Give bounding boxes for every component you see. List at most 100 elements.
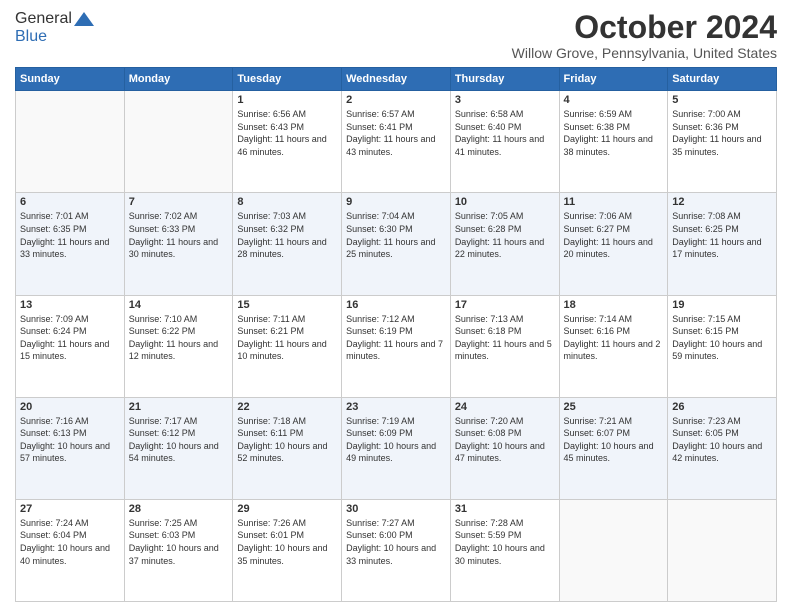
day-info: Sunrise: 7:10 AMSunset: 6:22 PMDaylight:…: [129, 313, 229, 363]
day-info: Sunrise: 7:06 AMSunset: 6:27 PMDaylight:…: [564, 210, 664, 260]
table-row: 10 Sunrise: 7:05 AMSunset: 6:28 PMDayligh…: [450, 193, 559, 295]
day-number: 25: [564, 401, 664, 413]
table-row: 12 Sunrise: 7:08 AMSunset: 6:25 PMDayligh…: [668, 193, 777, 295]
table-row: 19 Sunrise: 7:15 AMSunset: 6:15 PMDayligh…: [668, 295, 777, 397]
day-info: Sunrise: 7:27 AMSunset: 6:00 PMDaylight:…: [346, 517, 446, 567]
table-row: 14 Sunrise: 7:10 AMSunset: 6:22 PMDayligh…: [124, 295, 233, 397]
day-number: 28: [129, 503, 229, 515]
day-number: 9: [346, 196, 446, 208]
day-number: 23: [346, 401, 446, 413]
table-row: [668, 499, 777, 601]
table-row: 20 Sunrise: 7:16 AMSunset: 6:13 PMDayligh…: [16, 397, 125, 499]
table-row: 5 Sunrise: 7:00 AMSunset: 6:36 PMDaylight…: [668, 91, 777, 193]
day-number: 4: [564, 94, 664, 106]
calendar-week-row: 20 Sunrise: 7:16 AMSunset: 6:13 PMDayligh…: [16, 397, 777, 499]
header: General Blue October 2024 Willow Grove, …: [15, 10, 777, 61]
day-info: Sunrise: 7:11 AMSunset: 6:21 PMDaylight:…: [237, 313, 337, 363]
day-number: 31: [455, 503, 555, 515]
day-number: 20: [20, 401, 120, 413]
table-row: 27Sunrise: 7:24 AMSunset: 6:04 PMDayligh…: [16, 499, 125, 601]
day-info: Sunrise: 7:20 AMSunset: 6:08 PMDaylight:…: [455, 415, 555, 465]
table-row: 11 Sunrise: 7:06 AMSunset: 6:27 PMDayligh…: [559, 193, 668, 295]
day-number: 2: [346, 94, 446, 106]
day-number: 5: [672, 94, 772, 106]
day-info: Sunrise: 7:28 AMSunset: 5:59 PMDaylight:…: [455, 517, 555, 567]
table-row: 21Sunrise: 7:17 AMSunset: 6:12 PMDayligh…: [124, 397, 233, 499]
day-info: Sunrise: 7:15 AMSunset: 6:15 PMDaylight:…: [672, 313, 772, 363]
day-info: Sunrise: 7:14 AMSunset: 6:16 PMDaylight:…: [564, 313, 664, 363]
calendar-week-row: 27Sunrise: 7:24 AMSunset: 6:04 PMDayligh…: [16, 499, 777, 601]
table-row: 28 Sunrise: 7:25 AMSunset: 6:03 PMDayligh…: [124, 499, 233, 601]
day-info: Sunrise: 7:00 AMSunset: 6:36 PMDaylight:…: [672, 108, 772, 158]
col-friday: Friday: [559, 68, 668, 91]
day-info: Sunrise: 7:21 AMSunset: 6:07 PMDaylight:…: [564, 415, 664, 465]
page: General Blue October 2024 Willow Grove, …: [0, 0, 792, 612]
table-row: 9 Sunrise: 7:04 AMSunset: 6:30 PMDaylight…: [342, 193, 451, 295]
col-saturday: Saturday: [668, 68, 777, 91]
day-info: Sunrise: 7:02 AMSunset: 6:33 PMDaylight:…: [129, 210, 229, 260]
table-row: 6 Sunrise: 7:01 AMSunset: 6:35 PMDaylight…: [16, 193, 125, 295]
day-info: Sunrise: 6:56 AMSunset: 6:43 PMDaylight:…: [237, 108, 337, 158]
day-info: Sunrise: 7:08 AMSunset: 6:25 PMDaylight:…: [672, 210, 772, 260]
table-row: 13Sunrise: 7:09 AMSunset: 6:24 PMDayligh…: [16, 295, 125, 397]
day-info: Sunrise: 7:18 AMSunset: 6:11 PMDaylight:…: [237, 415, 337, 465]
day-number: 30: [346, 503, 446, 515]
calendar-week-row: 1 Sunrise: 6:56 AMSunset: 6:43 PMDaylight…: [16, 91, 777, 193]
day-number: 26: [672, 401, 772, 413]
day-number: 8: [237, 196, 337, 208]
day-number: 6: [20, 196, 120, 208]
day-info: Sunrise: 7:13 AMSunset: 6:18 PMDaylight:…: [455, 313, 555, 363]
table-row: 8 Sunrise: 7:03 AMSunset: 6:32 PMDaylight…: [233, 193, 342, 295]
day-info: Sunrise: 7:04 AMSunset: 6:30 PMDaylight:…: [346, 210, 446, 260]
table-row: 4Sunrise: 6:59 AMSunset: 6:38 PMDaylight…: [559, 91, 668, 193]
table-row: 23 Sunrise: 7:19 AMSunset: 6:09 PMDayligh…: [342, 397, 451, 499]
col-tuesday: Tuesday: [233, 68, 342, 91]
day-info: Sunrise: 7:26 AMSunset: 6:01 PMDaylight:…: [237, 517, 337, 567]
table-row: 16Sunrise: 7:12 AMSunset: 6:19 PMDayligh…: [342, 295, 451, 397]
table-row: 7 Sunrise: 7:02 AMSunset: 6:33 PMDaylight…: [124, 193, 233, 295]
table-row: 1 Sunrise: 6:56 AMSunset: 6:43 PMDaylight…: [233, 91, 342, 193]
location-title: Willow Grove, Pennsylvania, United State…: [512, 45, 777, 61]
day-number: 15: [237, 299, 337, 311]
day-number: 7: [129, 196, 229, 208]
calendar-week-row: 6 Sunrise: 7:01 AMSunset: 6:35 PMDaylight…: [16, 193, 777, 295]
day-number: 14: [129, 299, 229, 311]
table-row: 2 Sunrise: 6:57 AMSunset: 6:41 PMDaylight…: [342, 91, 451, 193]
day-number: 29: [237, 503, 337, 515]
title-block: October 2024 Willow Grove, Pennsylvania,…: [512, 10, 777, 61]
table-row: 31 Sunrise: 7:28 AMSunset: 5:59 PMDayligh…: [450, 499, 559, 601]
day-info: Sunrise: 7:17 AMSunset: 6:12 PMDaylight:…: [129, 415, 229, 465]
day-number: 18: [564, 299, 664, 311]
day-info: Sunrise: 7:05 AMSunset: 6:28 PMDaylight:…: [455, 210, 555, 260]
day-info: Sunrise: 7:19 AMSunset: 6:09 PMDaylight:…: [346, 415, 446, 465]
day-info: Sunrise: 6:57 AMSunset: 6:41 PMDaylight:…: [346, 108, 446, 158]
table-row: 25 Sunrise: 7:21 AMSunset: 6:07 PMDayligh…: [559, 397, 668, 499]
table-row: [16, 91, 125, 193]
col-sunday: Sunday: [16, 68, 125, 91]
table-row: 29 Sunrise: 7:26 AMSunset: 6:01 PMDayligh…: [233, 499, 342, 601]
day-number: 10: [455, 196, 555, 208]
table-row: [124, 91, 233, 193]
table-row: 24Sunrise: 7:20 AMSunset: 6:08 PMDayligh…: [450, 397, 559, 499]
day-number: 22: [237, 401, 337, 413]
logo-icon: [74, 12, 94, 26]
day-number: 12: [672, 196, 772, 208]
table-row: 15 Sunrise: 7:11 AMSunset: 6:21 PMDayligh…: [233, 295, 342, 397]
day-info: Sunrise: 7:16 AMSunset: 6:13 PMDaylight:…: [20, 415, 120, 465]
month-title: October 2024: [512, 10, 777, 45]
calendar-table: Sunday Monday Tuesday Wednesday Thursday…: [15, 67, 777, 602]
day-number: 11: [564, 196, 664, 208]
day-number: 1: [237, 94, 337, 106]
table-row: 26 Sunrise: 7:23 AMSunset: 6:05 PMDayligh…: [668, 397, 777, 499]
day-info: Sunrise: 7:23 AMSunset: 6:05 PMDaylight:…: [672, 415, 772, 465]
day-number: 16: [346, 299, 446, 311]
table-row: 3Sunrise: 6:58 AMSunset: 6:40 PMDaylight…: [450, 91, 559, 193]
day-info: Sunrise: 7:09 AMSunset: 6:24 PMDaylight:…: [20, 313, 120, 363]
day-info: Sunrise: 7:25 AMSunset: 6:03 PMDaylight:…: [129, 517, 229, 567]
day-info: Sunrise: 7:24 AMSunset: 6:04 PMDaylight:…: [20, 517, 120, 567]
day-number: 19: [672, 299, 772, 311]
day-info: Sunrise: 7:03 AMSunset: 6:32 PMDaylight:…: [237, 210, 337, 260]
day-info: Sunrise: 7:01 AMSunset: 6:35 PMDaylight:…: [20, 210, 120, 260]
calendar-header-row: Sunday Monday Tuesday Wednesday Thursday…: [16, 68, 777, 91]
logo-blue-text: Blue: [15, 28, 47, 46]
